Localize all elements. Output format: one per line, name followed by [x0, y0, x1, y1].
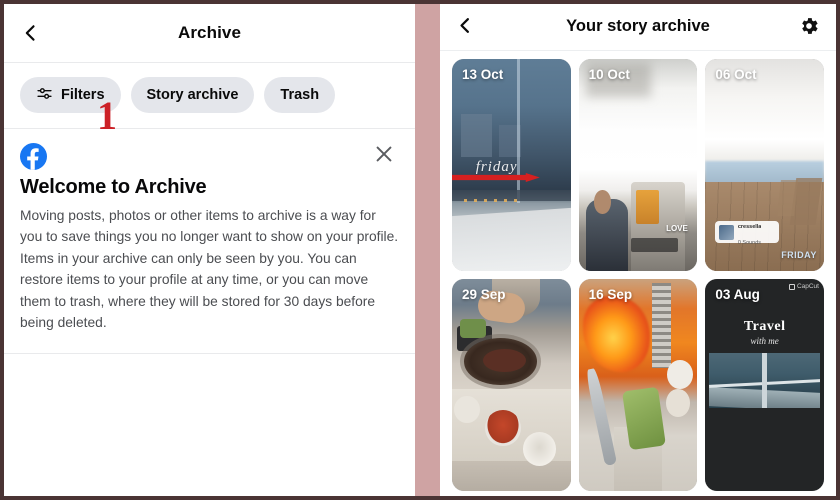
music-sticker: cressella 0 Sounds — [714, 221, 779, 247]
story-thumbnail-image — [578, 279, 698, 491]
story-date: 03 Aug — [715, 287, 760, 302]
close-x-icon — [373, 146, 395, 169]
story-date: 10 Oct — [588, 67, 630, 82]
welcome-card: Welcome to Archive Moving posts, photos … — [4, 129, 415, 355]
story-grid: friday 13 Oct LOVE 10 Oct FRIDAY cressel… — [440, 51, 836, 496]
settings-button[interactable] — [798, 15, 822, 39]
capcut-logo-icon — [788, 283, 795, 290]
screenshot-root: Archive Filters Story archive Trash 1 We… — [0, 0, 840, 500]
close-welcome-button[interactable] — [373, 143, 399, 169]
tab-filters-label: Filters — [61, 87, 105, 103]
tab-story-archive[interactable]: Story archive — [130, 77, 255, 113]
archive-tab-bar: Filters Story archive Trash 1 — [4, 63, 415, 182]
story-thumbnail[interactable]: 16 Sep — [578, 279, 698, 491]
story-overlay-text: Travel — [743, 319, 786, 335]
panel-divider — [415, 4, 440, 496]
gear-icon — [798, 18, 820, 41]
story-date: 16 Sep — [588, 287, 633, 302]
story-thumbnail-image: friday — [452, 59, 571, 271]
story-thumbnail[interactable]: FRIDAY cressella 0 Sounds 06 Oct — [705, 59, 824, 271]
capcut-label: CapCut — [796, 283, 819, 290]
music-subtitle: 0 Sounds — [737, 240, 762, 247]
welcome-title: Welcome to Archive — [20, 176, 207, 198]
music-artwork-icon — [718, 224, 734, 240]
story-date: 13 Oct — [462, 67, 504, 82]
welcome-body: Moving posts, photos or other items to a… — [20, 208, 399, 330]
story-overlay-text: FRIDAY — [781, 250, 817, 261]
story-overlay-text: LOVE — [666, 223, 688, 233]
music-name: cressella — [737, 223, 762, 230]
archive-header: Archive — [4, 4, 415, 63]
tab-story-archive-label: Story archive — [146, 87, 239, 103]
story-archive-header: Your story archive — [440, 4, 836, 51]
annotation-arrow — [452, 173, 540, 183]
story-thumbnail[interactable]: friday 13 Oct — [452, 59, 571, 271]
story-thumbnail[interactable]: LOVE 10 Oct — [578, 59, 698, 271]
story-thumbnail[interactable]: Travel with me CapCut 03 Aug — [705, 279, 824, 491]
story-date: 06 Oct — [715, 67, 757, 82]
capcut-watermark: CapCut — [788, 283, 819, 290]
tab-filters[interactable]: Filters — [20, 77, 121, 113]
story-thumbnail-image: Travel with me — [705, 279, 824, 491]
story-thumbnail[interactable]: 29 Sep — [452, 279, 571, 491]
tune-sliders-icon — [36, 85, 53, 106]
tab-trash-label: Trash — [280, 87, 320, 103]
facebook-logo-icon — [20, 143, 47, 170]
story-archive-panel: Your story archive friday 13 Oct LOVE 10… — [440, 4, 836, 496]
page-title: Archive — [177, 23, 242, 42]
story-archive-title: Your story archive — [566, 17, 710, 35]
story-thumbnail-image — [452, 279, 571, 491]
tab-trash[interactable]: Trash — [264, 77, 336, 113]
archive-panel: Archive Filters Story archive Trash 1 We… — [4, 4, 415, 496]
story-overlay-subtext: with me — [750, 336, 779, 347]
story-thumbnail-image: LOVE — [578, 59, 698, 271]
story-date: 29 Sep — [462, 287, 506, 302]
